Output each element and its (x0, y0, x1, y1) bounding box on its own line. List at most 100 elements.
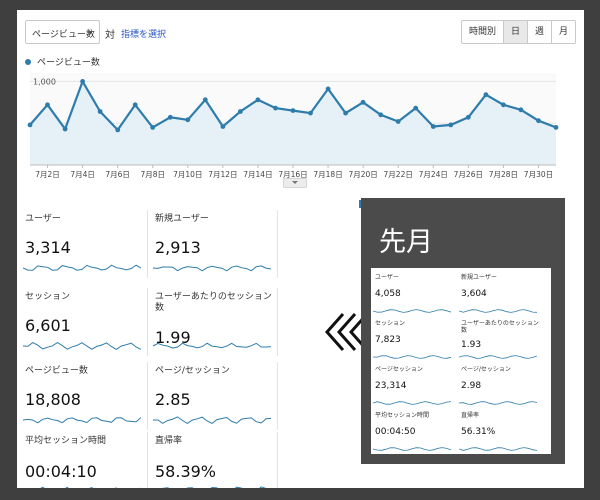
metric-card[interactable]: セッション 6,601 (23, 288, 148, 356)
metric-label: セッション (25, 292, 71, 302)
metric-label: 新規ユーザー (155, 214, 209, 224)
metric-card[interactable]: 直帰率 58.39% (153, 432, 278, 488)
metric-sparkline (153, 416, 271, 424)
data-point (185, 117, 191, 123)
x-tick-label: 7月26日 (454, 170, 483, 179)
data-point (413, 105, 419, 111)
metric-value: 58.39% (155, 462, 217, 481)
chart-collapse-handle[interactable] (283, 178, 307, 188)
sparkline-line (23, 264, 141, 271)
data-point (115, 127, 121, 133)
x-tick-label: 7月22日 (384, 170, 413, 179)
sparkline-line (459, 355, 537, 359)
legend-dot-icon (25, 58, 31, 65)
data-point (27, 122, 33, 128)
metric-dropdown-label: ページビュー数 (32, 30, 95, 40)
metric-card[interactable]: ユーザー 3,314 (23, 210, 148, 278)
metric-label: ページ/セッション (155, 366, 230, 376)
last-month-metric-card: ユーザーあたりのセッション数 1.93 (459, 318, 541, 362)
data-point (378, 112, 384, 118)
data-point (132, 102, 138, 108)
x-tick-label: 7月10日 (173, 170, 202, 179)
y-tick-label: 1,000 (33, 77, 56, 86)
toolbar: ページビュー数 対 指標を選択 時間別 日 週 月 (25, 20, 576, 48)
metric-label: 直帰率 (155, 436, 183, 446)
last-month-metric-card: ページ/セッション 2.98 (459, 364, 541, 408)
data-point (536, 118, 541, 124)
x-tick-label: 7月14日 (243, 170, 272, 179)
chevron-down-icon (87, 31, 93, 35)
last-month-metric-cards: ユーザー 4,058 新規ユーザー 3,604 セッション 7,823 ユーザーあたりのセッ… (371, 268, 551, 454)
metric-label: 平均セッション時間 (375, 412, 430, 419)
x-tick-label: 7月18日 (313, 170, 342, 179)
range-toggle-group: 時間別 日 週 月 (460, 20, 576, 44)
range-day-button[interactable]: 日 (503, 21, 528, 43)
metric-sparkline (459, 401, 537, 405)
metric-value: 56.31% (461, 427, 496, 437)
metric-value: 00:04:50 (375, 427, 416, 437)
metric-card[interactable]: ユーザーあたりのセッション数 1.99 (153, 288, 278, 356)
range-week-button[interactable]: 週 (527, 21, 552, 43)
x-tick-label: 7月12日 (208, 170, 237, 179)
metric-sparkline (23, 342, 141, 350)
metric-label: ユーザーあたりのセッション数 (155, 292, 272, 313)
metric-sparkline (459, 309, 537, 313)
metric-label: 直帰率 (461, 412, 480, 419)
metric-card[interactable]: 平均セッション時間 00:04:10 (23, 432, 148, 488)
data-point (273, 105, 278, 111)
metric-value: 1.93 (461, 340, 482, 350)
pageviews-chart: 1,0005007月2日7月4日7月6日7月8日7月10日7月12日7月14日7… (27, 73, 559, 179)
last-month-metric-card: 平均セッション時間 00:04:50 (373, 410, 455, 454)
data-point (202, 97, 208, 103)
sparkline-line (23, 417, 141, 424)
metric-card[interactable]: ページ/セッション 2.85 (153, 362, 278, 430)
metric-card[interactable]: 新規ユーザー 2,913 (153, 210, 278, 278)
last-month-panel: 先月 ユーザー 4,058 新規ユーザー 3,604 セッション 7,823 ユーザーあたり… (361, 198, 565, 464)
metric-dropdown[interactable]: ページビュー数 (25, 20, 100, 44)
metric-value: 4,058 (375, 289, 401, 299)
data-point (167, 114, 173, 120)
x-tick-label: 7月20日 (348, 170, 377, 179)
data-point (483, 92, 489, 98)
metric-value: 2,913 (155, 238, 201, 257)
metric-label: 平均セッション時間 (25, 436, 107, 446)
metric-sparkline (373, 401, 451, 405)
sparkline-line (373, 447, 451, 451)
metric-label: ユーザー (375, 274, 399, 281)
sparkline-line (373, 401, 451, 405)
range-month-button[interactable]: 月 (551, 21, 575, 43)
vs-label: 対 (105, 30, 115, 41)
sparkline-line (373, 309, 451, 313)
sparkline-line (459, 401, 537, 405)
metric-card[interactable]: ページビュー数 18,808 (23, 362, 148, 430)
data-point (360, 99, 366, 105)
range-hourly-button[interactable]: 時間別 (461, 21, 504, 43)
sparkline-line (153, 416, 271, 424)
last-month-metric-card: ユーザー 4,058 (373, 272, 455, 316)
data-point (150, 125, 156, 130)
sparkline-line (459, 447, 537, 451)
metric-value: 3,604 (461, 289, 487, 299)
metric-value: 2.98 (461, 381, 482, 391)
metric-label: ユーザー (25, 214, 61, 224)
data-point (97, 109, 103, 114)
metric-label: セッション (375, 320, 406, 327)
sparkline-line (459, 309, 537, 313)
last-month-title: 先月 (379, 227, 433, 258)
x-tick-label: 7月4日 (70, 170, 95, 179)
metric-sparkline (153, 342, 271, 349)
metric-sparkline (153, 265, 271, 272)
data-point (465, 114, 471, 120)
metric-value: 6,601 (25, 316, 71, 335)
metric-label: ページ/セッション (461, 366, 511, 373)
metric-sparkline (162, 486, 267, 488)
data-point (80, 79, 85, 84)
data-point (62, 126, 68, 132)
metric-sparkline (373, 447, 451, 451)
sparkline-line (40, 486, 141, 488)
choose-metric-link[interactable]: 指標を選択 (121, 27, 166, 40)
last-month-metric-card: セッション 7,823 (373, 318, 455, 362)
last-month-metric-card: ページセッション 23,314 (373, 364, 455, 408)
metric-label: ページビュー数 (25, 366, 88, 376)
data-point (220, 124, 226, 129)
